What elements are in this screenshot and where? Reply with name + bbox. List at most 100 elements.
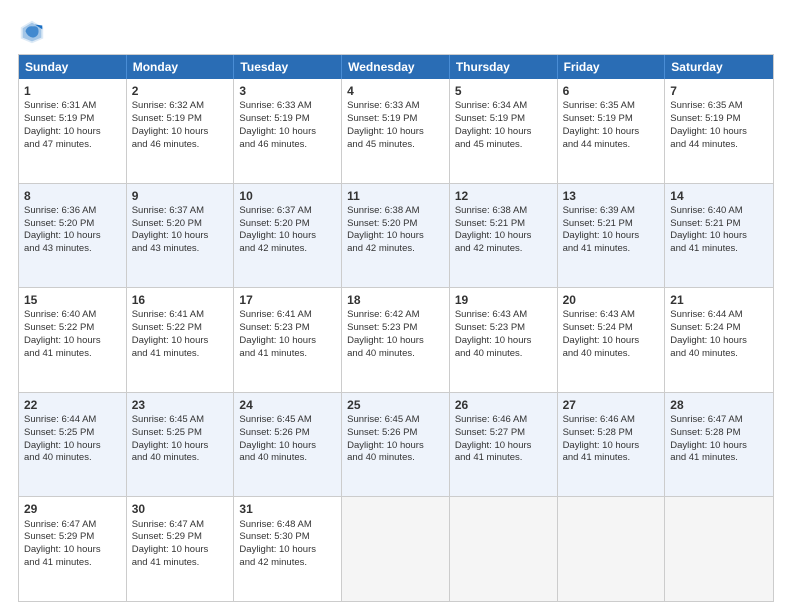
header-day-sunday: Sunday: [19, 55, 127, 79]
daylight-minutes: and 42 minutes.: [347, 243, 415, 254]
daylight-minutes: and 41 minutes.: [24, 557, 92, 568]
daylight-label: Daylight: 10 hours: [24, 440, 101, 451]
daylight-label: Daylight: 10 hours: [563, 126, 640, 137]
day-number: 8: [24, 188, 121, 204]
daylight-label: Daylight: 10 hours: [24, 230, 101, 241]
daylight-minutes: and 40 minutes.: [347, 348, 415, 359]
day-number: 19: [455, 292, 552, 308]
daylight-minutes: and 41 minutes.: [563, 243, 631, 254]
day-cell-18: 18Sunrise: 6:42 AMSunset: 5:23 PMDayligh…: [342, 288, 450, 392]
daylight-minutes: and 41 minutes.: [670, 452, 738, 463]
daylight-minutes: and 44 minutes.: [670, 139, 738, 150]
daylight-minutes: and 42 minutes.: [239, 243, 307, 254]
day-number: 14: [670, 188, 768, 204]
sunrise-label: Sunrise: 6:47 AM: [670, 414, 742, 425]
daylight-minutes: and 40 minutes.: [24, 452, 92, 463]
sunset-label: Sunset: 5:20 PM: [347, 218, 417, 229]
daylight-label: Daylight: 10 hours: [563, 230, 640, 241]
daylight-minutes: and 41 minutes.: [132, 348, 200, 359]
day-number: 6: [563, 83, 660, 99]
sunset-label: Sunset: 5:19 PM: [455, 113, 525, 124]
day-cell-23: 23Sunrise: 6:45 AMSunset: 5:25 PMDayligh…: [127, 393, 235, 497]
daylight-minutes: and 41 minutes.: [24, 348, 92, 359]
day-number: 26: [455, 397, 552, 413]
daylight-label: Daylight: 10 hours: [132, 440, 209, 451]
day-cell-17: 17Sunrise: 6:41 AMSunset: 5:23 PMDayligh…: [234, 288, 342, 392]
sunrise-label: Sunrise: 6:45 AM: [132, 414, 204, 425]
sunrise-label: Sunrise: 6:47 AM: [132, 519, 204, 530]
day-cell-10: 10Sunrise: 6:37 AMSunset: 5:20 PMDayligh…: [234, 184, 342, 288]
daylight-label: Daylight: 10 hours: [347, 126, 424, 137]
header-day-wednesday: Wednesday: [342, 55, 450, 79]
daylight-minutes: and 43 minutes.: [24, 243, 92, 254]
day-number: 20: [563, 292, 660, 308]
day-number: 27: [563, 397, 660, 413]
day-cell-27: 27Sunrise: 6:46 AMSunset: 5:28 PMDayligh…: [558, 393, 666, 497]
sunset-label: Sunset: 5:21 PM: [670, 218, 740, 229]
day-cell-7: 7Sunrise: 6:35 AMSunset: 5:19 PMDaylight…: [665, 79, 773, 183]
sunset-label: Sunset: 5:21 PM: [563, 218, 633, 229]
calendar-header: SundayMondayTuesdayWednesdayThursdayFrid…: [19, 55, 773, 79]
sunrise-label: Sunrise: 6:36 AM: [24, 205, 96, 216]
day-number: 24: [239, 397, 336, 413]
daylight-minutes: and 40 minutes.: [670, 348, 738, 359]
day-cell-24: 24Sunrise: 6:45 AMSunset: 5:26 PMDayligh…: [234, 393, 342, 497]
sunrise-label: Sunrise: 6:37 AM: [132, 205, 204, 216]
daylight-label: Daylight: 10 hours: [132, 335, 209, 346]
sunset-label: Sunset: 5:23 PM: [347, 322, 417, 333]
day-cell-13: 13Sunrise: 6:39 AM Sunset: 5:21 PMDayligh…: [558, 184, 666, 288]
calendar-week-2: 8Sunrise: 6:36 AM Sunset: 5:20 PM Daylight…: [19, 183, 773, 288]
day-number: 23: [132, 397, 229, 413]
day-number: 2: [132, 83, 229, 99]
day-number: 16: [132, 292, 229, 308]
day-number: 18: [347, 292, 444, 308]
daylight-minutes: and 45 minutes.: [455, 139, 523, 150]
sunset-label: Sunset: 5:29 PM: [132, 531, 202, 542]
sunrise-label: Sunrise: 6:37 AM: [239, 205, 311, 216]
day-number: 21: [670, 292, 768, 308]
daylight-label: Daylight: 10 hours: [563, 335, 640, 346]
sunset-label: Sunset: 5:30 PM: [239, 531, 309, 542]
sunset-label: Sunset: 5:19 PM: [347, 113, 417, 124]
daylight-label: Daylight: 10 hours: [347, 440, 424, 451]
day-cell-2: 2Sunrise: 6:32 AMSunset: 5:19 PMDaylight…: [127, 79, 235, 183]
day-cell-3: 3Sunrise: 6:33 AMSunset: 5:19 PMDaylight…: [234, 79, 342, 183]
daylight-minutes: and 41 minutes.: [455, 452, 523, 463]
daylight-minutes: and 40 minutes.: [563, 348, 631, 359]
sunset-label: Sunset: 5:22 PM: [24, 322, 94, 333]
daylight-minutes: and 46 minutes.: [239, 139, 307, 150]
header-day-tuesday: Tuesday: [234, 55, 342, 79]
day-cell-29: 29Sunrise: 6:47 AMSunset: 5:29 PMDayligh…: [19, 497, 127, 601]
sunset-label: Sunset: 5:24 PM: [670, 322, 740, 333]
day-number: 7: [670, 83, 768, 99]
daylight-minutes: and 41 minutes.: [563, 452, 631, 463]
sunrise-label: Sunrise: 6:32 AM: [132, 100, 204, 111]
daylight-label: Daylight: 10 hours: [455, 440, 532, 451]
sunrise-label: Sunrise: 6:45 AM: [347, 414, 419, 425]
day-cell-30: 30Sunrise: 6:47 AMSunset: 5:29 PMDayligh…: [127, 497, 235, 601]
sunrise-label: Sunrise: 6:47 AM: [24, 519, 96, 530]
day-cell-1: 1Sunrise: 6:31 AMSunset: 5:19 PMDaylight…: [19, 79, 127, 183]
sunrise-label: Sunrise: 6:33 AM: [239, 100, 311, 111]
daylight-minutes: and 40 minutes.: [347, 452, 415, 463]
day-number: 12: [455, 188, 552, 204]
day-number: 13: [563, 188, 660, 204]
day-number: 30: [132, 501, 229, 517]
daylight-minutes: and 41 minutes.: [670, 243, 738, 254]
sunrise-label: Sunrise: 6:44 AM: [24, 414, 96, 425]
daylight-label: Daylight: 10 hours: [24, 126, 101, 137]
sunset-label: Sunset: 5:19 PM: [24, 113, 94, 124]
day-number: 25: [347, 397, 444, 413]
daylight-minutes: and 43 minutes.: [132, 243, 200, 254]
day-cell-31: 31Sunrise: 6:48 AMSunset: 5:30 PMDayligh…: [234, 497, 342, 601]
daylight-label: Daylight: 10 hours: [455, 230, 532, 241]
daylight-minutes: and 45 minutes.: [347, 139, 415, 150]
day-number: 31: [239, 501, 336, 517]
sunset-label: Sunset: 5:28 PM: [563, 427, 633, 438]
daylight-label: Daylight: 10 hours: [239, 335, 316, 346]
sunrise-label: Sunrise: 6:39 AM: [563, 205, 635, 216]
day-number: 3: [239, 83, 336, 99]
daylight-label: Daylight: 10 hours: [347, 335, 424, 346]
daylight-minutes: and 40 minutes.: [455, 348, 523, 359]
daylight-minutes: and 42 minutes.: [239, 557, 307, 568]
